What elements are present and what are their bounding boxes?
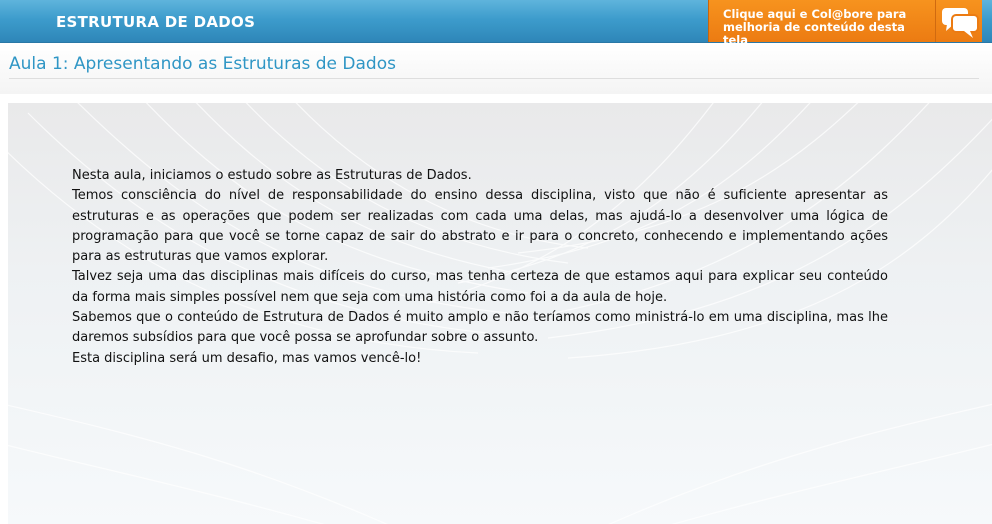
course-title: ESTRUTURA DE DADOS [56,13,256,31]
paragraph: Nesta aula, iniciamos o estudo sobre as … [72,168,472,183]
lesson-text: Nesta aula, iniciamos o estudo sobre as … [72,166,888,369]
lesson-title: Aula 1: Apresentando as Estruturas de Da… [9,54,396,74]
content-panel: Nesta aula, iniciamos o estudo sobre as … [8,103,992,524]
lesson-divider [9,78,979,79]
collaborate-label: Clique aqui e Col@bore para melhoria de … [723,8,923,47]
paragraph: Sabemos que o conteúdo de Estrutura de D… [72,310,888,346]
chat-bubbles-icon[interactable] [935,0,983,42]
collaborate-button[interactable]: Clique aqui e Col@bore para melhoria de … [708,0,983,47]
top-bar: ESTRUTURA DE DADOS Clique aqui e Col@bor… [0,0,992,47]
paragraph: Talvez seja uma das disciplinas mais dif… [72,269,888,305]
lesson-header: Aula 1: Apresentando as Estruturas de Da… [0,44,992,94]
paragraph: Esta disciplina será um desafio, mas vam… [72,350,422,366]
paragraph: Temos consciência do nível de responsabi… [72,188,888,265]
